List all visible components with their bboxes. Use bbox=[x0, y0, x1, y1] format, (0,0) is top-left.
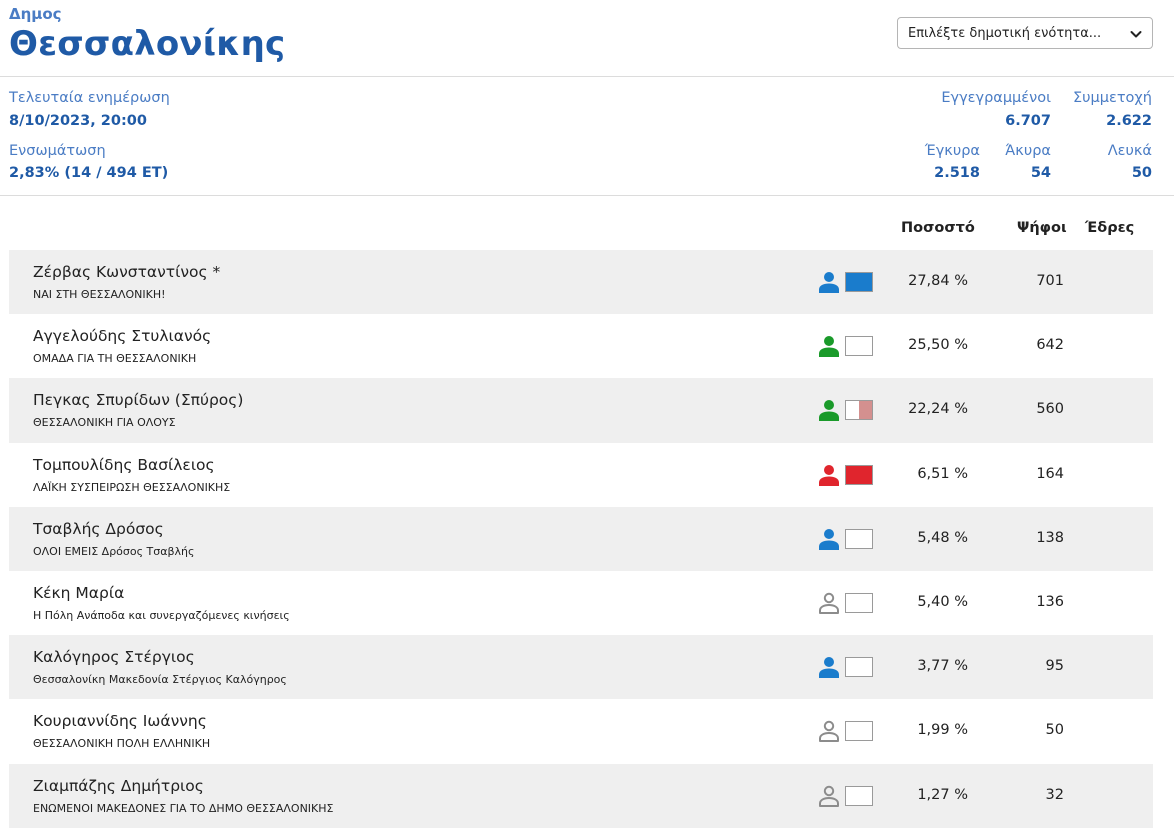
column-header-seats: Έδρες bbox=[1085, 220, 1135, 236]
party-color-swatch bbox=[845, 272, 873, 292]
registered-value: 6.707 bbox=[1005, 113, 1051, 129]
swatch-segment bbox=[846, 465, 872, 484]
swatch-segment bbox=[846, 786, 872, 805]
candidate-name: Τομπουλίδης Βασίλειος bbox=[33, 455, 215, 474]
candidate-votes: 32 bbox=[1045, 786, 1064, 803]
valid-value: 2.518 bbox=[934, 165, 980, 181]
candidate-name: Ζέρβας Κωνσταντίνος * bbox=[33, 263, 221, 281]
registered-label: Εγγεγραμμένοι bbox=[941, 90, 1051, 106]
person-icon bbox=[819, 272, 839, 293]
table-row[interactable]: Τομπουλίδης Βασίλειος ΛΑΪΚΗ ΣΥΣΠΕΙΡΩΣΗ ΘΕ… bbox=[9, 443, 1153, 507]
swatch-segment bbox=[846, 273, 872, 291]
turnout-value: 2.622 bbox=[1106, 113, 1152, 129]
municipality-level-label: Δημος bbox=[9, 5, 62, 23]
swatch-segment bbox=[846, 722, 872, 741]
person-icon bbox=[819, 592, 839, 614]
column-header-percentage: Ποσοστό bbox=[901, 220, 975, 236]
candidate-percentage: 5,48 % bbox=[917, 529, 968, 546]
candidate-percentage: 5,40 % bbox=[917, 593, 968, 610]
candidate-percentage: 3,77 % bbox=[917, 658, 968, 675]
candidate-percentage: 1,27 % bbox=[917, 786, 968, 803]
party-color-swatch bbox=[845, 464, 873, 485]
candidate-name: Πεγκας Σπυρίδων (Σπύρος) bbox=[33, 391, 244, 410]
swatch-segment bbox=[846, 593, 872, 612]
incorporation-label: Ενσωμάτωση bbox=[9, 143, 106, 159]
candidate-votes: 560 bbox=[1036, 401, 1064, 418]
column-header-votes: Ψήφοι bbox=[1017, 220, 1067, 236]
person-icon bbox=[819, 657, 839, 679]
candidate-name: Κουριαννίδης Ιωάννης bbox=[33, 712, 207, 731]
valid-label: Έγκυρα bbox=[924, 143, 980, 159]
candidate-name: Τσαβλής Δρόσος bbox=[33, 519, 164, 538]
candidate-party: ΘΕΣΣΑΛΟΝΙΚΗ ΠΟΛΗ ΕΛΛΗΝΙΚΗ bbox=[33, 737, 211, 751]
candidate-votes: 642 bbox=[1036, 337, 1064, 354]
candidate-votes: 50 bbox=[1045, 722, 1064, 739]
blank-label: Λευκά bbox=[1107, 143, 1152, 159]
district-select[interactable]: Επιλέξτε δημοτική ενότητα... bbox=[897, 17, 1153, 49]
party-color-swatch bbox=[845, 657, 873, 678]
candidate-percentage: 25,50 % bbox=[908, 337, 968, 354]
candidate-percentage: 1,99 % bbox=[917, 722, 968, 739]
page-header: Δημος Θεσσαλονίκης Επιλέξτε δημοτική ενό… bbox=[0, 0, 1174, 77]
candidate-party: ΟΜΑΔΑ ΓΙΑ ΤΗ ΘΕΣΣΑΛΟΝΙΚΗ bbox=[33, 352, 197, 366]
candidate-votes: 701 bbox=[1036, 273, 1064, 289]
person-icon bbox=[819, 464, 839, 486]
last-update-value: 8/10/2023, 20:00 bbox=[9, 113, 147, 129]
candidate-party: ΘΕΣΣΑΛΟΝΙΚΗ ΓΙΑ ΟΛΟΥΣ bbox=[33, 416, 176, 430]
candidate-party: ΟΛΟΙ ΕΜΕΙΣ Δρόσος Τσαβλής bbox=[33, 544, 195, 558]
party-color-swatch bbox=[845, 785, 873, 806]
candidate-percentage: 27,84 % bbox=[908, 273, 968, 289]
swatch-segment bbox=[846, 658, 872, 677]
candidate-party: ΛΑΪΚΗ ΣΥΣΠΕΙΡΩΣΗ ΘΕΣΣΑΛΟΝΙΚΗΣ bbox=[33, 480, 231, 494]
party-color-swatch bbox=[845, 592, 873, 613]
candidate-name: Κέκη Μαρία bbox=[33, 583, 125, 602]
table-row[interactable]: Τσαβλής Δρόσος ΟΛΟΙ ΕΜΕΙΣ Δρόσος Τσαβλής 5… bbox=[9, 506, 1153, 571]
invalid-value: 54 bbox=[1030, 165, 1051, 181]
swatch-segment bbox=[846, 401, 859, 420]
candidate-votes: 138 bbox=[1036, 529, 1064, 546]
party-color-swatch bbox=[845, 721, 873, 742]
invalid-label: Άκυρα bbox=[1005, 143, 1051, 159]
table-row[interactable]: Καλόγηρος Στέργιος Θεσσαλονίκη Μακεδονία … bbox=[9, 635, 1153, 700]
swatch-segment bbox=[846, 337, 872, 356]
person-icon bbox=[819, 721, 839, 743]
candidate-percentage: 22,24 % bbox=[908, 401, 968, 418]
person-icon bbox=[819, 400, 839, 422]
candidate-votes: 95 bbox=[1045, 658, 1064, 675]
person-icon bbox=[819, 528, 839, 550]
chevron-down-icon bbox=[1130, 31, 1142, 38]
table-row[interactable]: Πεγκας Σπυρίδων (Σπύρος) ΘΕΣΣΑΛΟΝΙΚΗ ΓΙΑ … bbox=[9, 378, 1153, 443]
table-row[interactable]: Ζέρβας Κωνσταντίνος * ΝΑΙ ΣΤΗ ΘΕΣΣΑΛΟΝΙΚΗ… bbox=[9, 250, 1153, 315]
blank-value: 50 bbox=[1131, 165, 1152, 181]
candidate-party: ΝΑΙ ΣΤΗ ΘΕΣΣΑΛΟΝΙΚΗ! bbox=[33, 288, 166, 301]
candidate-votes: 136 bbox=[1036, 593, 1064, 610]
candidate-percentage: 6,51 % bbox=[917, 465, 968, 482]
candidate-votes: 164 bbox=[1036, 465, 1064, 482]
candidate-name: Ζιαμπάζης Δημήτριος bbox=[33, 776, 204, 795]
candidate-name: Αγγελούδης Στυλιανός bbox=[33, 327, 212, 346]
district-select-value: Επιλέξτε δημοτική ενότητα... bbox=[908, 26, 1102, 41]
party-color-swatch bbox=[845, 400, 873, 421]
table-row[interactable]: Ζιαμπάζης Δημήτριος ΕΝΩΜΕΝΟΙ ΜΑΚΕΔΟΝΕΣ ΓΙ… bbox=[9, 763, 1153, 828]
person-icon bbox=[819, 336, 839, 358]
results-table: Ζέρβας Κωνσταντίνος * ΝΑΙ ΣΤΗ ΘΕΣΣΑΛΟΝΙΚΗ… bbox=[9, 250, 1153, 828]
swatch-segment bbox=[859, 401, 872, 420]
person-icon bbox=[819, 785, 839, 807]
incorporation-value: 2,83% (14 / 494 ΕΤ) bbox=[9, 165, 169, 181]
candidate-party: ΕΝΩΜΕΝΟΙ ΜΑΚΕΔΟΝΕΣ ΓΙΑ ΤΟ ΔΗΜΟ ΘΕΣΣΑΛΟΝΙ… bbox=[33, 801, 334, 815]
candidate-party: Θεσσαλονίκη Μακεδονία Στέργιος Καλόγηρος bbox=[33, 673, 287, 687]
party-color-swatch bbox=[845, 528, 873, 549]
page-title: Θεσσαλονίκης bbox=[9, 24, 286, 64]
candidate-party: Η Πόλη Ανάποδα και συνεργαζόμενες κινήσε… bbox=[33, 608, 290, 622]
party-color-swatch bbox=[845, 336, 873, 357]
swatch-segment bbox=[846, 529, 872, 548]
table-row[interactable]: Αγγελούδης Στυλιανός ΟΜΑΔΑ ΓΙΑ ΤΗ ΘΕΣΣΑΛΟ… bbox=[9, 314, 1153, 378]
table-row[interactable]: Κουριαννίδης Ιωάννης ΘΕΣΣΑΛΟΝΙΚΗ ΠΟΛΗ ΕΛΛ… bbox=[9, 699, 1153, 763]
last-update-label: Τελευταία ενημέρωση bbox=[9, 90, 170, 106]
turnout-label: Συμμετοχή bbox=[1072, 90, 1152, 106]
table-row[interactable]: Κέκη Μαρία Η Πόλη Ανάποδα και συνεργαζόμε… bbox=[9, 571, 1153, 635]
stats-panel: Τελευταία ενημέρωση 8/10/2023, 20:00 Ενσ… bbox=[0, 77, 1174, 196]
candidate-name: Καλόγηρος Στέργιος bbox=[33, 648, 195, 667]
